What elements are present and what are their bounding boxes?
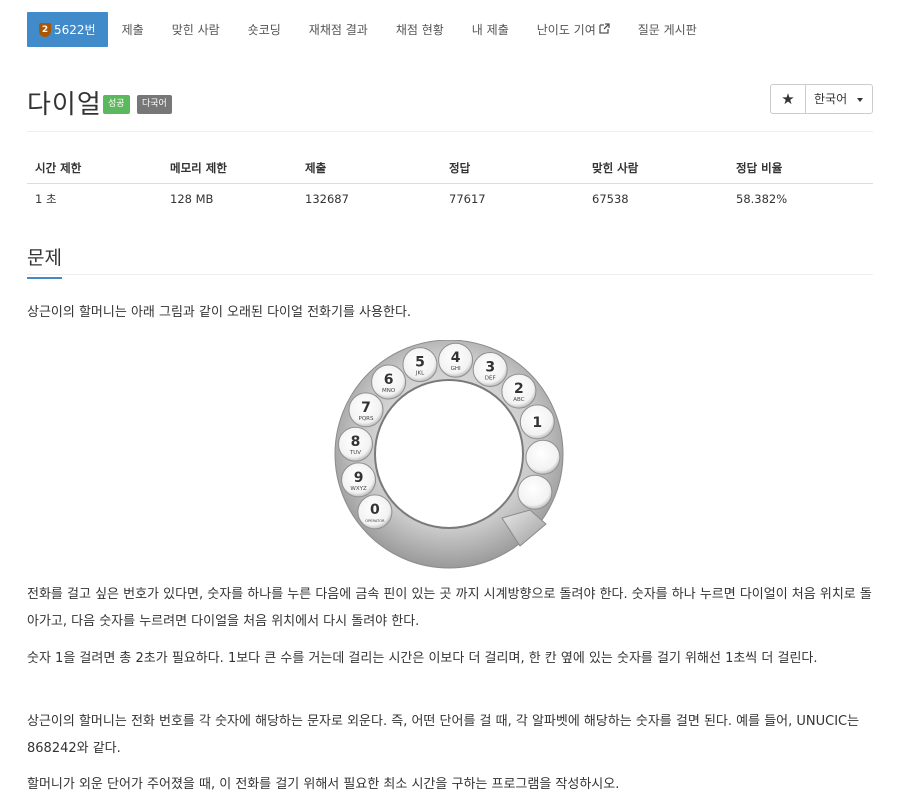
- dial-digit-6: 6: [384, 372, 394, 388]
- rotary-dial-image: 1 2ABC 3DEF 4GHI 5JKL 6MNO 7PQRS 8TUV 9WXYZ 0OPER…: [334, 340, 564, 569]
- nav-rejudge-results[interactable]: 재채점 결과: [295, 12, 382, 47]
- problem-header: 다이얼 성공 다국어 ★ 한국어: [27, 84, 873, 124]
- time-limit-value: 1 초: [35, 192, 57, 207]
- header-solved-users: 맞힌 사람: [584, 153, 728, 184]
- header-accepted: 정답: [441, 153, 584, 184]
- page-title: 다이얼: [27, 90, 102, 120]
- table-header-row: 시간 제한 메모리 제한 제출 정답 맞힌 사람 정답 비율: [27, 153, 873, 184]
- problem-nav: 2 5622번 제출 맞힌 사람 숏코딩 재채점 결과 채점 현황 내 제출 난…: [27, 12, 711, 47]
- problem-paragraph-1: 상근이의 할머니는 아래 그림과 같이 오래된 다이얼 전화기를 사용한다.: [27, 305, 412, 320]
- dial-letters-7: PQRS: [359, 416, 374, 422]
- dial-letters-6: MNO: [382, 388, 396, 394]
- dial-digit-4: 4: [451, 350, 461, 366]
- nav-difficulty-contribution[interactable]: 난이도 기여: [523, 12, 624, 47]
- dial-digit-5: 5: [415, 355, 425, 371]
- caret-down-icon: [857, 98, 863, 102]
- header-submissions: 제출: [297, 153, 441, 184]
- dial-digit-3: 3: [485, 360, 495, 376]
- dial-letters-2: ABC: [513, 397, 524, 403]
- dial-blank-hole-2: [517, 474, 553, 510]
- problem-paragraph-2: 전화를 걸고 싶은 번호가 있다면, 숫자를 하나를 누른 다음에 금속 핀이 …: [27, 587, 872, 629]
- dial-letters-8: TUV: [349, 450, 361, 456]
- header-time-limit: 시간 제한: [27, 153, 162, 184]
- nav-difficulty-label: 난이도 기여: [536, 23, 596, 37]
- nav-my-submissions[interactable]: 내 제출: [458, 12, 523, 47]
- dial-center-plate: [374, 379, 524, 529]
- dial-digit-8: 8: [351, 434, 361, 450]
- memory-limit-value: 128 MB: [170, 192, 214, 207]
- dial-digit-9: 9: [354, 470, 364, 486]
- header-accept-rate: 정답 비율: [728, 153, 873, 184]
- favorite-star-button[interactable]: ★: [770, 84, 806, 114]
- dial-digit-1: 1: [532, 415, 542, 431]
- submissions-value: 132687: [305, 192, 349, 207]
- problem-info-table: 시간 제한 메모리 제한 제출 정답 맞힌 사람 정답 비율 1 초 128 M…: [27, 153, 873, 215]
- nav-question-board[interactable]: 질문 게시판: [624, 12, 711, 47]
- nav-solved-users[interactable]: 맞힌 사람: [158, 12, 234, 47]
- dial-letters-3: DEF: [485, 376, 496, 382]
- accepted-value: 77617: [449, 192, 486, 207]
- external-link-icon: [599, 22, 610, 37]
- solved-users-value: 67538: [592, 192, 629, 207]
- language-select[interactable]: 한국어: [805, 84, 873, 114]
- status-badge-success: 성공: [103, 95, 130, 114]
- divider: [27, 131, 873, 132]
- dial-digit-7: 7: [361, 400, 371, 416]
- dial-letters-4: GHI: [451, 366, 461, 372]
- header-memory-limit: 메모리 제한: [162, 153, 297, 184]
- language-label: 한국어: [814, 92, 848, 106]
- problem-number: 5622번: [54, 23, 96, 37]
- dial-letters-9: WXYZ: [350, 486, 367, 492]
- section-divider: [27, 274, 873, 275]
- dial-digit-2: 2: [514, 381, 524, 397]
- nav-problem-tab[interactable]: 2 5622번: [27, 12, 108, 47]
- accept-rate-value: 58.382%: [736, 192, 788, 207]
- dial-letters-5: JKL: [415, 371, 425, 377]
- nav-submit[interactable]: 제출: [108, 12, 158, 47]
- problem-paragraph-5: 할머니가 외운 단어가 주어졌을 때, 이 전화를 걸기 위해서 필요한 최소 …: [27, 777, 620, 792]
- dial-letters-0: OPERATOR: [365, 519, 385, 523]
- problem-paragraph-4: 상근이의 할머니는 전화 번호를 각 숫자에 해당하는 문자로 외운다. 즉, …: [27, 714, 860, 756]
- nav-short-coding[interactable]: 숏코딩: [234, 12, 295, 47]
- problem-paragraph-3: 숫자 1을 걸려면 총 2초가 필요하다. 1보다 큰 수를 거는데 걸리는 시…: [27, 651, 818, 666]
- dial-digit-0: 0: [370, 502, 380, 518]
- tier-badge-icon: 2: [39, 22, 51, 37]
- table-row: 1 초 128 MB 132687 77617 67538 58.382%: [27, 183, 873, 215]
- status-badge-multilingual: 다국어: [137, 95, 172, 114]
- nav-judge-status[interactable]: 채점 현황: [382, 12, 458, 47]
- dial-blank-hole-1: [525, 439, 561, 475]
